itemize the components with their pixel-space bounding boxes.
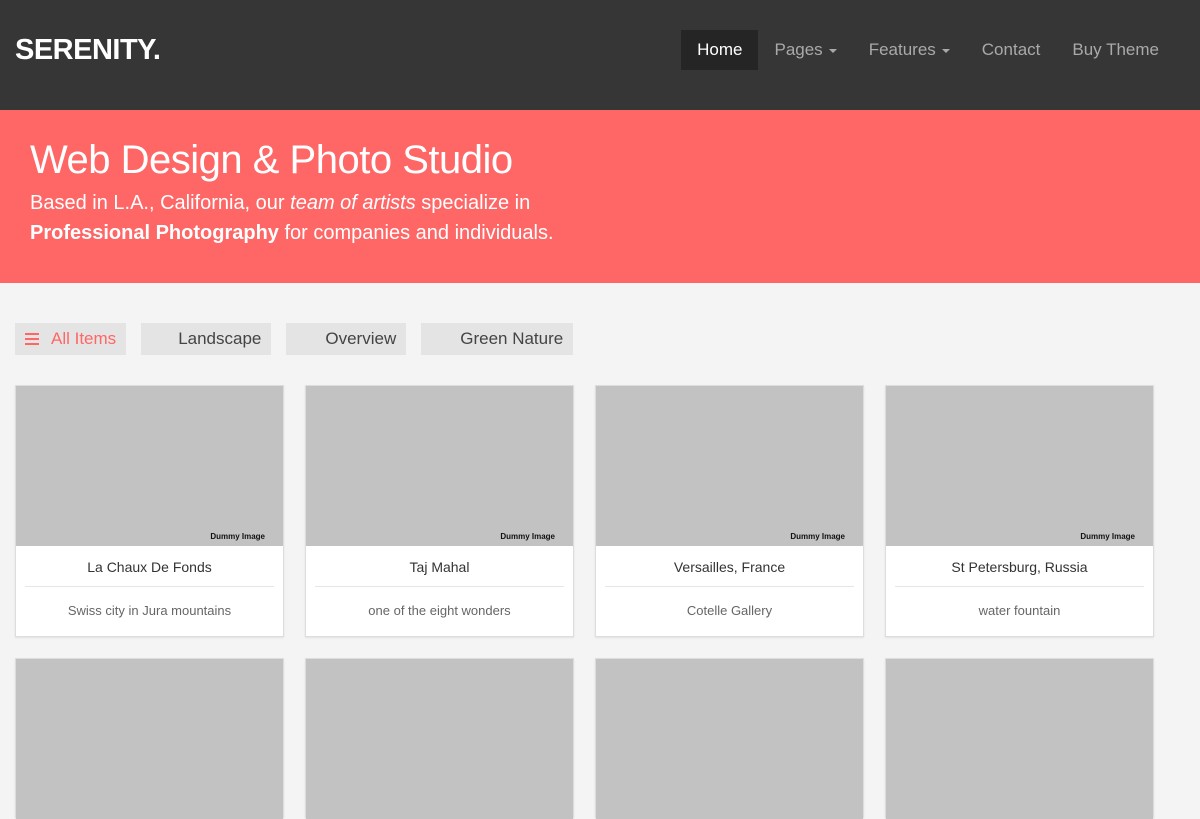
site-logo[interactable]: SERENITY. [15, 34, 161, 67]
card-divider [315, 586, 564, 587]
th-list-icon [296, 333, 313, 346]
nav-item-contact[interactable]: Contact [966, 30, 1057, 70]
gallery-thumbnail[interactable]: Dummy Image [886, 386, 1153, 546]
gallery-thumbnail[interactable] [306, 659, 573, 819]
gallery-item-subtitle: one of the eight wonders [368, 603, 511, 618]
gallery-thumbnail[interactable] [886, 659, 1153, 819]
portfolio-filter-bar: All Items Landscape Overview Green Natur… [15, 323, 574, 355]
gallery-card[interactable]: Dummy Image Taj Mahal one of the eight w… [305, 385, 574, 637]
nav-item-label: Buy Theme [1072, 40, 1159, 59]
gallery-thumbnail[interactable] [16, 659, 283, 819]
hero-tagline-line-1: Based in L.A., California, our team of a… [30, 192, 530, 215]
nav-item-pages[interactable]: Pages [758, 30, 852, 70]
gallery-thumbnail[interactable]: Dummy Image [306, 386, 573, 546]
filter-label: All Items [51, 329, 117, 348]
gallery-item-title[interactable]: Versailles, France [596, 559, 863, 575]
filter-all-items[interactable]: All Items [15, 323, 127, 355]
list-icon [25, 330, 39, 348]
nav-item-label: Pages [774, 40, 823, 59]
gallery-card[interactable] [595, 658, 864, 819]
gallery-thumbnail[interactable]: Dummy Image [16, 386, 283, 546]
gallery-thumbnail[interactable] [596, 659, 863, 819]
nav-item-buy-theme[interactable]: Buy Theme [1056, 30, 1175, 70]
gallery-card[interactable]: Dummy Image Versailles, France Cotelle G… [595, 385, 864, 637]
gallery-item-title[interactable]: St Petersburg, Russia [886, 559, 1153, 575]
nav-item-label: Home [697, 40, 743, 59]
card-divider [25, 586, 274, 587]
filter-overview[interactable]: Overview [286, 323, 407, 355]
th-icon [431, 333, 448, 346]
gallery-card[interactable] [885, 658, 1154, 819]
nav-item-label: Features [868, 40, 936, 59]
hero-banner: Web Design & Photo Studio Based in L.A.,… [0, 110, 1200, 283]
nav-item-features[interactable]: Features [853, 30, 966, 70]
gallery-item-subtitle: Cotelle Gallery [686, 603, 773, 618]
gallery-card[interactable]: Dummy Image St Petersburg, Russia water … [885, 385, 1154, 637]
hero-text: specialize in [415, 192, 531, 214]
main-nav: Home Pages Features Contact Buy Theme [681, 30, 1175, 70]
thumbnail-placeholder-text: Dummy Image [500, 532, 555, 541]
gallery-card[interactable] [305, 658, 574, 819]
gallery-item-title[interactable]: Taj Mahal [306, 559, 573, 575]
nav-item-label: Contact [981, 40, 1041, 59]
grid-icon [151, 333, 166, 346]
hero-tagline-line-2: Professional Photography for companies a… [30, 222, 554, 245]
gallery-item-subtitle: water fountain [978, 603, 1061, 618]
filter-landscape[interactable]: Landscape [141, 323, 272, 355]
thumbnail-placeholder-text: Dummy Image [210, 532, 265, 541]
gallery-card[interactable] [15, 658, 284, 819]
gallery-item-title[interactable]: La Chaux De Fonds [16, 559, 283, 575]
hero-title: Web Design & Photo Studio [30, 138, 513, 182]
thumbnail-placeholder-text: Dummy Image [790, 532, 845, 541]
hero-emphasis: team of artists [290, 192, 416, 214]
filter-label: Landscape [178, 329, 262, 348]
nav-item-home[interactable]: Home [681, 30, 759, 70]
filter-label: Overview [325, 329, 397, 348]
gallery-thumbnail[interactable]: Dummy Image [596, 386, 863, 546]
gallery-item-subtitle: Swiss city in Jura mountains [67, 603, 232, 618]
hero-text: Based in L.A., California, our [30, 192, 291, 214]
thumbnail-placeholder-text: Dummy Image [1080, 532, 1135, 541]
top-navbar: SERENITY. Home Pages Features Contact Bu… [0, 0, 1200, 110]
card-divider [895, 586, 1144, 587]
card-divider [605, 586, 854, 587]
caret-down-icon [941, 49, 950, 53]
hero-strong: Professional Photography [30, 222, 279, 244]
caret-down-icon [828, 49, 837, 53]
hero-text: for companies and individuals. [278, 222, 554, 244]
filter-label: Green Nature [460, 329, 564, 348]
filter-green-nature[interactable]: Green Nature [421, 323, 574, 355]
gallery-card[interactable]: Dummy Image La Chaux De Fonds Swiss city… [15, 385, 284, 637]
